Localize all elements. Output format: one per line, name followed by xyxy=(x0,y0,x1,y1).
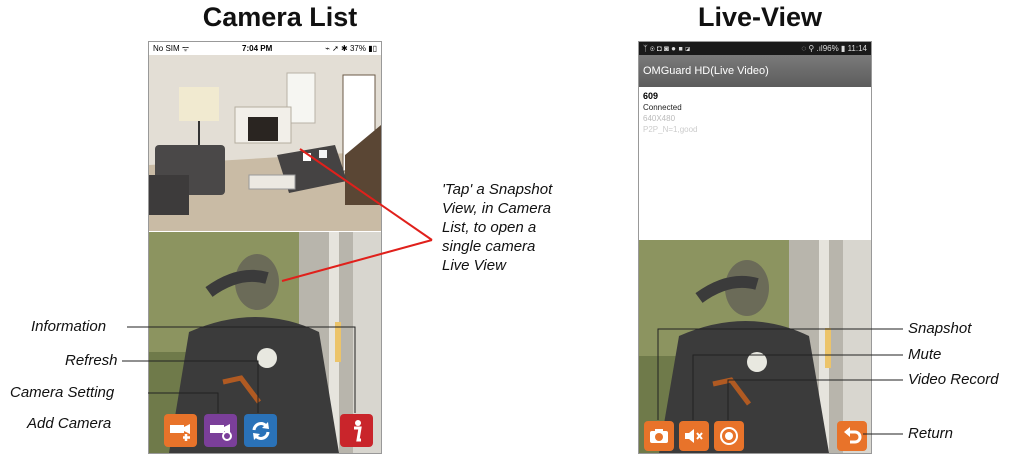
camera-list-heading: Camera List xyxy=(202,2,358,32)
snapshot-callout: Snapshot xyxy=(908,320,972,337)
status-bar: ᛉ ◉ ◘ ◙ ● ◼ ◪ ◌ ⚲ .ıl96% ▮ 11:14 xyxy=(639,42,871,55)
add-camera-button[interactable] xyxy=(164,414,197,447)
record-icon xyxy=(720,427,738,445)
camera-setting-button[interactable] xyxy=(204,414,237,447)
signal-label: 96% xyxy=(822,44,839,53)
video-record-callout: Video Record xyxy=(908,371,999,388)
status-bar: No SIM ᯤ 7:04 PM ⌁ ➚ ✱ 37% ▮▯ xyxy=(153,44,377,53)
battery-label: 37% xyxy=(349,44,366,53)
app-title-bar: OMGuard HD(Live Video) xyxy=(639,55,871,87)
camera-list-phone: No SIM ᯤ 7:04 PM ⌁ ➚ ✱ 37% ▮▯ xyxy=(148,41,382,454)
camera-setting-icon xyxy=(209,423,232,441)
snapshot-icon xyxy=(650,429,668,443)
camera-name: 609 xyxy=(643,91,659,101)
information-icon xyxy=(353,419,362,441)
tap-snapshot-note: 'Tap' a Snapshot View, in Camera List, t… xyxy=(442,181,553,274)
camera-setting-callout: Camera Setting xyxy=(10,384,115,401)
refresh-button[interactable] xyxy=(244,414,277,447)
snapshot-button[interactable] xyxy=(644,421,674,451)
time-label: 7:04 PM xyxy=(242,44,273,53)
mute-icon xyxy=(685,429,703,443)
mute-button[interactable] xyxy=(679,421,709,451)
living-room-snapshot[interactable] xyxy=(149,55,381,231)
live-video-view xyxy=(639,240,871,453)
carrier-label: No SIM xyxy=(153,44,180,53)
resolution-label: 640X480 xyxy=(643,114,676,123)
return-icon xyxy=(844,427,862,444)
camera-info: 609 Connected 640X480 P2P_N=1,good xyxy=(643,91,698,135)
video-record-button[interactable] xyxy=(714,421,744,451)
return-button[interactable] xyxy=(837,421,867,451)
connection-status: Connected xyxy=(643,103,682,112)
add-camera-callout: Add Camera xyxy=(27,415,112,432)
p2p-label: P2P_N=1,good xyxy=(643,125,698,134)
refresh-icon xyxy=(252,421,269,440)
refresh-callout: Refresh xyxy=(65,352,118,369)
add-camera-icon xyxy=(169,423,190,441)
return-callout: Return xyxy=(908,425,954,442)
live-view-phone: ᛉ ◉ ◘ ◙ ● ◼ ◪ ◌ ⚲ .ıl96% ▮ 11:14 OMGuard… xyxy=(638,41,872,454)
information-callout: Information xyxy=(31,318,107,335)
information-button[interactable] xyxy=(340,414,373,447)
mute-callout: Mute xyxy=(908,346,942,363)
time-label: 11:14 xyxy=(847,44,867,53)
live-view-heading: Live-View xyxy=(697,2,823,32)
app-title: OMGuard HD(Live Video) xyxy=(643,65,769,77)
